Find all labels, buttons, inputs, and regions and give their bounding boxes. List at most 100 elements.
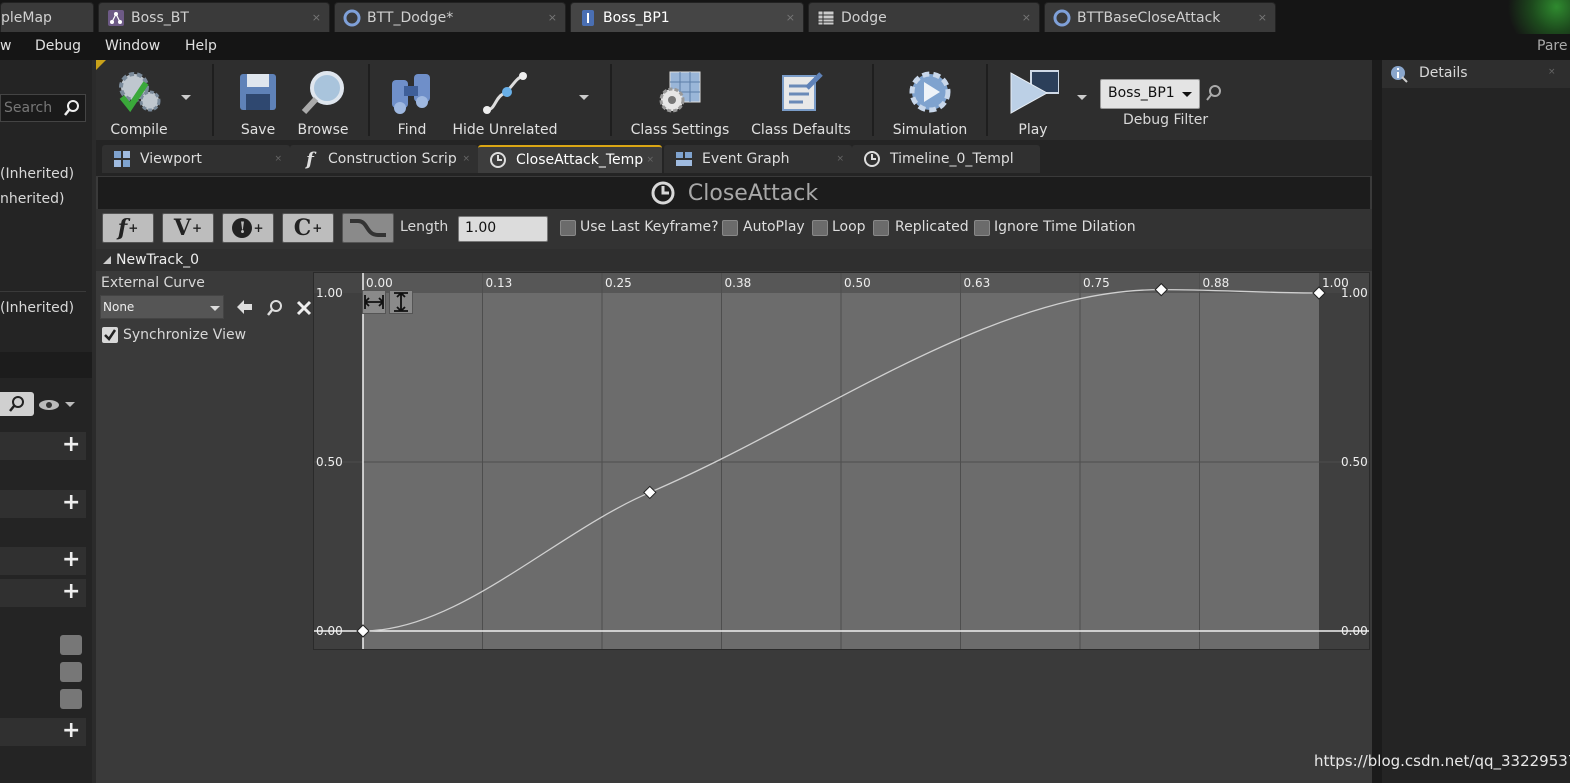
components-search-input[interactable]: Search [0, 94, 86, 122]
synchronize-view-checkbox[interactable] [102, 327, 118, 343]
class-defaults-button[interactable]: Class Defaults [746, 60, 856, 140]
my-blueprint-search-input[interactable] [0, 392, 34, 416]
debug-filter-dropdown[interactable]: Boss_BP1 [1100, 79, 1200, 109]
toolbar-separator [610, 64, 612, 136]
menu-item-help[interactable]: Help [185, 38, 217, 54]
doc-tab-btt-base-close-attack[interactable]: BTTBaseCloseAttack × [1044, 2, 1276, 32]
close-icon[interactable]: × [1022, 11, 1031, 24]
zoom-fit-horizontal-button[interactable] [362, 290, 386, 314]
event-graph-icon [674, 149, 694, 169]
ignore-time-dilation-checkbox[interactable] [974, 220, 990, 236]
menu-item-view[interactable]: w [0, 38, 11, 54]
menu-item-window[interactable]: Window [105, 38, 160, 54]
close-icon[interactable]: × [462, 154, 470, 164]
simulation-button[interactable]: Simulation [890, 60, 970, 140]
timeline-title-bar: CloseAttack [98, 177, 1370, 209]
close-icon[interactable]: × [274, 154, 282, 164]
tab-timeline-0-template[interactable]: Timeline_0_Templ [852, 145, 1040, 173]
doc-tab-label: Dodge [841, 9, 887, 26]
add-variable-button[interactable]: + [62, 579, 80, 604]
section-variables: + [0, 579, 86, 607]
class-settings-button[interactable]: Class Settings [628, 60, 732, 140]
close-icon[interactable]: × [548, 11, 557, 24]
doc-tab-map[interactable]: pleMap [0, 2, 94, 32]
doc-tab-dodge[interactable]: Dodge × [808, 2, 1040, 32]
length-value: 1.00 [465, 220, 497, 236]
close-icon[interactable]: × [1258, 11, 1267, 24]
loop-checkbox[interactable] [812, 220, 828, 236]
inherited-component[interactable]: nherited) [0, 191, 64, 207]
hide-unrelated-button[interactable]: Hide Unrelated [452, 60, 558, 140]
binoculars-icon [386, 66, 438, 118]
chevron-down-icon[interactable] [1076, 94, 1088, 102]
blueprint-icon [343, 9, 361, 27]
compile-button[interactable]: Compile [102, 60, 176, 140]
source-control-status-icon[interactable] [1480, 0, 1570, 34]
variable-type-icon[interactable] [60, 662, 82, 682]
browse-button[interactable]: Browse [292, 60, 354, 140]
details-tab[interactable]: Details × [1382, 60, 1570, 88]
close-icon[interactable]: × [836, 154, 844, 164]
browse-icon[interactable] [266, 299, 284, 317]
tab-event-graph[interactable]: Event Graph × [664, 145, 852, 173]
close-icon[interactable]: × [646, 155, 654, 165]
inherited-component[interactable]: (Inherited) [0, 166, 74, 182]
use-last-keyframe-checkbox[interactable] [560, 220, 576, 236]
collapse-triangle-icon[interactable] [102, 255, 112, 265]
doc-tab-boss-bp1[interactable]: Boss_BP1 × [570, 2, 804, 32]
panel-splitter[interactable] [1372, 60, 1382, 783]
arrow-left-icon[interactable] [236, 299, 254, 315]
x-tick-label: 0.00 [366, 276, 393, 290]
play-button[interactable]: Play [1002, 60, 1064, 140]
float-track-glyph: f [117, 215, 128, 241]
curve-chart[interactable]: 0.00 0.13 0.25 0.38 0.50 0.63 0.75 0.88 1.00 1.00… [314, 273, 1369, 649]
clear-icon[interactable] [296, 300, 312, 316]
add-macro-button[interactable]: + [62, 547, 80, 572]
menu-item-debug[interactable]: Debug [35, 38, 81, 54]
add-vector-track-button[interactable]: V + [162, 213, 214, 243]
simulation-label: Simulation [892, 122, 968, 138]
document-tab-bar: pleMap Boss_BT × BTT_Dodge* × Boss_BP1 ×… [0, 0, 1570, 34]
track-name[interactable]: NewTrack_0 [116, 252, 199, 268]
class-defaults-icon [775, 66, 827, 118]
add-float-track-button[interactable]: f + [102, 213, 154, 243]
tab-construction-script[interactable]: f Construction Scrip × [290, 145, 478, 173]
doc-tab-label: BTT_Dodge* [367, 9, 454, 26]
variable-type-icon[interactable] [60, 689, 82, 709]
close-icon[interactable]: × [312, 11, 321, 24]
chevron-down-icon[interactable] [578, 94, 590, 102]
watermark: https://blog.csdn.net/qq_33229537 [1314, 752, 1570, 770]
add-graph-button[interactable]: + [62, 432, 80, 457]
add-event-dispatcher-button[interactable]: + [62, 718, 80, 743]
add-color-track-button[interactable]: C + [282, 213, 334, 243]
add-event-track-button[interactable]: ! + [222, 213, 274, 243]
variable-type-icon[interactable] [60, 635, 82, 655]
close-icon[interactable]: × [786, 11, 795, 24]
inherited-component[interactable]: (Inherited) [0, 300, 74, 316]
section-functions: + [0, 490, 86, 518]
tab-close-attack-template[interactable]: CloseAttack_Temp × [478, 145, 662, 173]
section-macros: + [0, 547, 86, 575]
add-curve-asset-button[interactable] [342, 213, 394, 243]
close-icon[interactable]: × [1548, 67, 1556, 77]
loop-label: Loop [832, 219, 866, 235]
zoom-fit-vertical-button[interactable] [389, 290, 413, 314]
tab-viewport[interactable]: Viewport × [102, 145, 290, 173]
replicated-label: Replicated [895, 219, 969, 235]
save-button[interactable]: Save [230, 60, 286, 140]
external-curve-dropdown[interactable]: None [100, 295, 224, 319]
add-function-button[interactable]: + [62, 490, 80, 515]
doc-tab-btt-dodge[interactable]: BTT_Dodge* × [334, 2, 566, 32]
save-label: Save [240, 122, 276, 138]
search-icon[interactable] [1206, 84, 1222, 102]
chevron-down-icon[interactable] [180, 94, 192, 102]
doc-tab-boss-bt[interactable]: Boss_BT × [98, 2, 330, 32]
replicated-checkbox[interactable] [873, 220, 889, 236]
find-button[interactable]: Find [386, 60, 438, 140]
length-input[interactable]: 1.00 [458, 216, 548, 242]
track-header[interactable]: NewTrack_0 [96, 249, 1372, 271]
curve-graph[interactable]: 0.00 0.13 0.25 0.38 0.50 0.63 0.75 0.88 1.00 1.00… [313, 272, 1370, 650]
autoplay-checkbox[interactable] [722, 220, 738, 236]
actor-blueprint-icon [579, 9, 597, 27]
eye-icon[interactable] [38, 397, 78, 413]
